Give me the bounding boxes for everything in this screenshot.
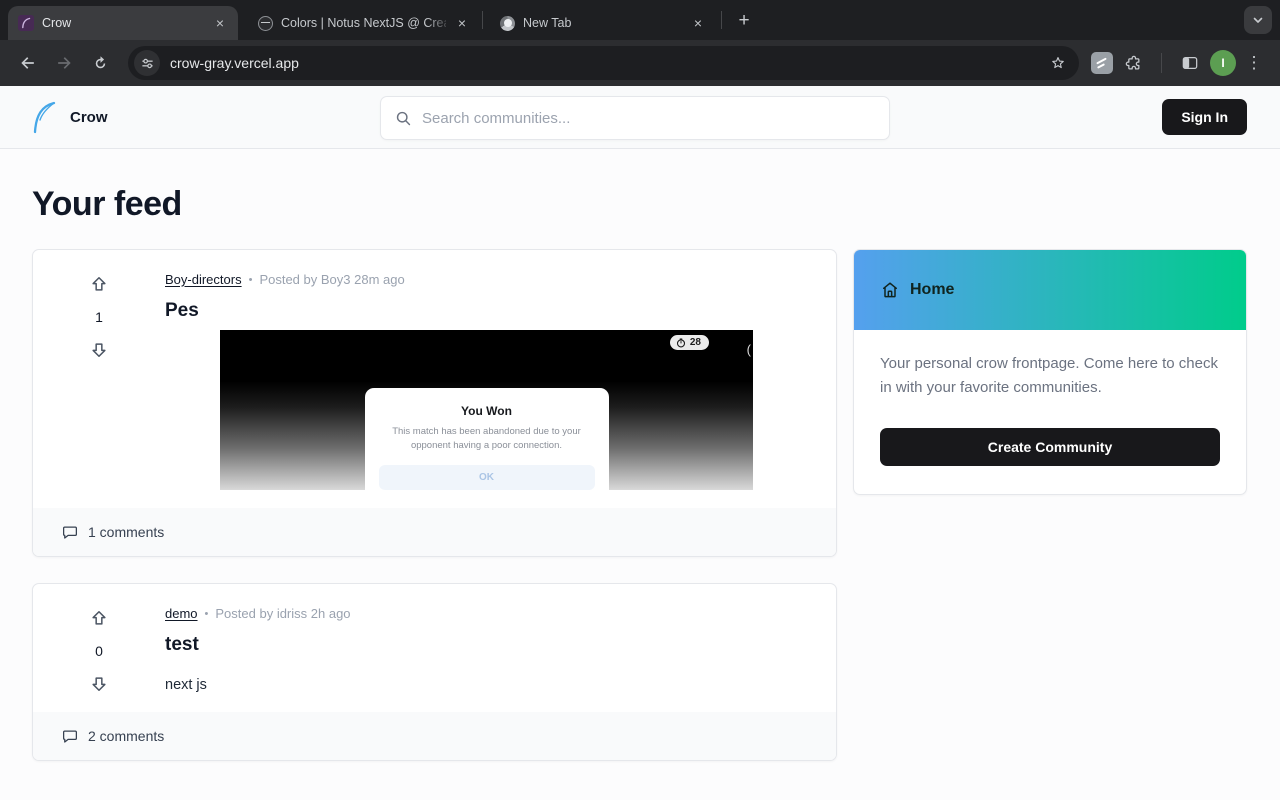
- comments-link[interactable]: 1 comments: [33, 508, 836, 556]
- vote-count: 1: [95, 309, 103, 325]
- game-ui-fragment: (: [746, 342, 751, 357]
- comments-count: 2 comments: [88, 728, 165, 744]
- downvote-arrow-icon: [92, 677, 106, 691]
- sidebar-description: Your personal crow frontpage. Come here …: [880, 355, 1218, 396]
- tab-new-tab[interactable]: New Tab ×: [490, 6, 716, 40]
- browser-menu-button[interactable]: ⋮: [1240, 53, 1268, 73]
- tab-close-icon[interactable]: ×: [690, 14, 706, 32]
- comments-count: 1 comments: [88, 524, 165, 540]
- post-title[interactable]: test: [165, 634, 808, 656]
- downvote-arrow-icon: [92, 343, 106, 357]
- brand[interactable]: Crow: [32, 101, 108, 134]
- side-panel-button[interactable]: [1174, 47, 1206, 79]
- community-search[interactable]: [380, 96, 890, 140]
- site-header: Crow Sign In: [0, 86, 1280, 149]
- tab-close-icon[interactable]: ×: [454, 14, 470, 32]
- brand-name[interactable]: Crow: [70, 109, 108, 126]
- post-image[interactable]: 28 ( You Won This match has been abandon…: [220, 330, 753, 490]
- sidebar-header: Home: [854, 250, 1246, 330]
- post-card: 1 Boy-directors • Posted by Boy3 28m ago…: [32, 249, 837, 557]
- post-meta: Posted by Boy3 28m ago: [259, 272, 405, 287]
- browser-tab-strip: Crow × Colors | Notus NextJS @ Crea × Ne…: [0, 0, 1280, 40]
- meta-bullet: •: [204, 607, 209, 620]
- clock-icon: [676, 337, 685, 347]
- url-text[interactable]: crow-gray.vercel.app: [170, 55, 1049, 71]
- game-modal-body: This match has been abandoned due to you…: [392, 426, 581, 452]
- sidebar-title: Home: [910, 281, 955, 298]
- chevron-down-icon: [1253, 17, 1263, 23]
- home-icon: [883, 282, 897, 298]
- reload-button[interactable]: [84, 47, 116, 79]
- side-panel-icon: [1182, 56, 1198, 70]
- page-title: Your feed: [32, 185, 182, 223]
- game-modal-title: You Won: [461, 404, 512, 418]
- tab-title: New Tab: [523, 16, 572, 30]
- crow-logo-icon: [33, 101, 56, 133]
- timer-value: 28: [689, 337, 701, 348]
- tab-crow[interactable]: Crow ×: [8, 6, 238, 40]
- create-community-button[interactable]: Create Community: [880, 428, 1220, 466]
- browser-toolbar: crow-gray.vercel.app I ⋮: [0, 40, 1280, 86]
- tab-separator: [721, 11, 722, 29]
- meta-bullet: •: [248, 273, 253, 286]
- vote-column: 1: [61, 272, 137, 490]
- comment-bubble-icon: [62, 730, 78, 743]
- site-info-button[interactable]: [134, 50, 160, 76]
- post-meta: Posted by idriss 2h ago: [215, 606, 351, 621]
- search-input[interactable]: [422, 109, 875, 127]
- comment-bubble-icon: [62, 526, 78, 539]
- main-content: Your feed 1 Boy-directors • Posted by Bo…: [0, 149, 1280, 761]
- back-arrow-icon: [21, 57, 34, 69]
- post-card: 0 demo • Posted by idriss 2h ago test ne…: [32, 583, 837, 761]
- tab-title: Crow: [42, 16, 72, 30]
- forward-button[interactable]: [48, 47, 80, 79]
- upvote-button[interactable]: [89, 274, 109, 294]
- chromium-favicon-icon: [500, 15, 515, 31]
- post-title[interactable]: Pes: [165, 300, 808, 322]
- post-feed: 1 Boy-directors • Posted by Boy3 28m ago…: [32, 249, 837, 761]
- downvote-button[interactable]: [89, 674, 109, 694]
- puzzle-icon: [1125, 55, 1140, 70]
- downvote-button[interactable]: [89, 340, 109, 360]
- notus-favicon-icon: [258, 15, 273, 31]
- address-bar[interactable]: crow-gray.vercel.app: [128, 46, 1079, 80]
- vote-column: 0: [61, 606, 137, 694]
- comments-link[interactable]: 2 comments: [33, 712, 836, 760]
- toolbar-separator: [1161, 53, 1162, 73]
- crow-favicon-icon: [18, 15, 34, 31]
- reload-icon: [95, 55, 105, 68]
- tab-separator: [482, 11, 483, 29]
- forward-arrow-icon: [58, 57, 71, 69]
- new-tab-button[interactable]: +: [731, 8, 757, 34]
- profile-avatar[interactable]: I: [1210, 50, 1236, 76]
- home-sidebar-card: Home Your personal crow frontpage. Come …: [853, 249, 1247, 495]
- tab-title: Colors | Notus NextJS @ Crea: [281, 16, 446, 30]
- tab-close-icon[interactable]: ×: [212, 14, 228, 32]
- tune-icon: [141, 58, 153, 68]
- post-body-text: next js: [165, 677, 207, 693]
- upvote-arrow-icon: [92, 611, 106, 625]
- tab-colors-notus[interactable]: Colors | Notus NextJS @ Crea ×: [248, 6, 480, 40]
- tab-search-chevron-button[interactable]: [1244, 6, 1272, 34]
- back-button[interactable]: [12, 47, 44, 79]
- screenshot-extension-button[interactable]: [1091, 52, 1113, 74]
- extensions-button[interactable]: [1117, 47, 1149, 79]
- timer-badge: 28: [669, 335, 709, 350]
- vote-count: 0: [95, 643, 103, 659]
- search-icon: [396, 111, 411, 125]
- community-link[interactable]: demo: [165, 606, 198, 621]
- star-icon: [1052, 57, 1064, 69]
- upvote-arrow-icon: [92, 277, 106, 291]
- sign-in-button[interactable]: Sign In: [1162, 99, 1247, 135]
- upvote-button[interactable]: [89, 608, 109, 628]
- bookmark-star-button[interactable]: [1049, 54, 1067, 72]
- game-modal-ok-button: OK: [378, 464, 595, 490]
- community-link[interactable]: Boy-directors: [165, 272, 242, 287]
- game-modal: You Won This match has been abandoned du…: [364, 388, 609, 490]
